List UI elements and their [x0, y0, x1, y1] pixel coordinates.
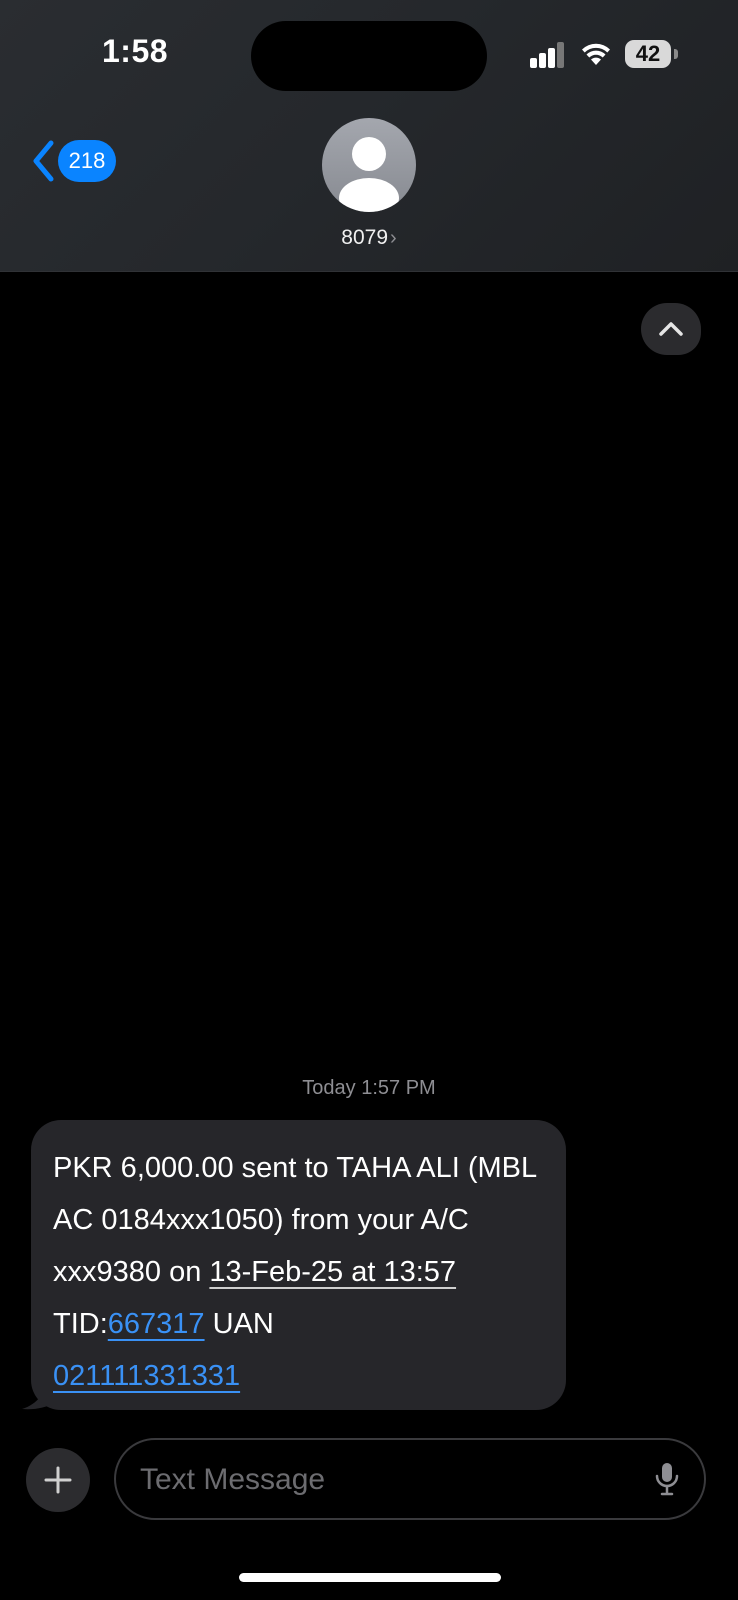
message-date-link[interactable]: 13-Feb-25 at 13:57: [209, 1256, 456, 1288]
conversation-header: 1:58 42 218 8079 ›: [0, 0, 738, 272]
home-indicator[interactable]: [239, 1573, 501, 1582]
wifi-icon: [582, 43, 610, 65]
battery-icon: 42: [625, 40, 678, 68]
contact-name-button[interactable]: 8079 ›: [0, 226, 738, 250]
dynamic-island: [251, 21, 487, 91]
tid-link[interactable]: 667317: [108, 1308, 205, 1340]
chevron-left-icon[interactable]: [30, 139, 56, 183]
uan-phone-link[interactable]: 021111331331: [53, 1360, 240, 1392]
message-input-field[interactable]: [114, 1438, 706, 1520]
plus-icon: [44, 1466, 72, 1494]
cellular-signal-icon: [530, 42, 566, 68]
message-input[interactable]: [138, 1440, 622, 1520]
incoming-message-bubble[interactable]: PKR 6,000.00 sent to TAHA ALI (MBL AC 01…: [31, 1120, 566, 1410]
message-text: UAN: [204, 1308, 274, 1340]
contact-name: 8079: [341, 226, 389, 249]
scroll-up-button[interactable]: [641, 303, 701, 355]
chevron-right-icon: ›: [390, 227, 397, 249]
chevron-up-icon: [659, 322, 683, 336]
add-attachment-button[interactable]: [26, 1448, 90, 1512]
message-timestamp: Today 1:57 PM: [302, 1077, 436, 1099]
microphone-icon[interactable]: [654, 1461, 680, 1497]
battery-level: 42: [625, 40, 671, 68]
message-text: TID:: [53, 1308, 108, 1340]
back-unread-count[interactable]: 218: [58, 140, 116, 182]
person-silhouette-icon[interactable]: [322, 118, 416, 212]
status-time: 1:58: [102, 33, 169, 69]
